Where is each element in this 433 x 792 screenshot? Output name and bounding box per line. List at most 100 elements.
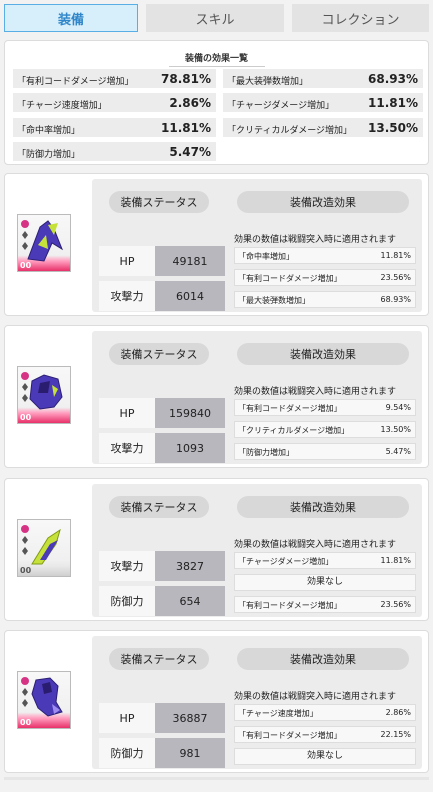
stat-value: 49181 [155, 246, 225, 276]
equipment-card: 00 装備ステータス 装備改造効果 攻撃力 3827 防御力 654 効果の数値… [4, 478, 429, 621]
mod-effect-row: 「命中率増加」 11.81% [234, 247, 416, 264]
status-header: 装備ステータス [109, 496, 209, 518]
effect-name: 「チャージダメージ増加」 [227, 101, 335, 111]
effect-value: 11.81% [161, 121, 211, 135]
summary-effect: 「クリティカルダメージ増加」 13.50% [223, 118, 423, 137]
tab-collection[interactable]: コレクション [292, 4, 429, 32]
mod-effect-row: 「有利コードダメージ増加」 23.56% [234, 269, 416, 286]
mod-effect-row: 「有利コードダメージ増加」 23.56% [234, 596, 416, 613]
no-effect-label: 効果なし [306, 577, 343, 587]
mod-name: 「チャージ速度増加」 [238, 709, 318, 718]
no-effect-label: 効果なし [306, 751, 343, 761]
stat-label: HP [99, 703, 155, 733]
stat-value: 3827 [155, 551, 225, 581]
summary-effect: 「最大装弾数増加」 68.93% [223, 69, 423, 88]
status-header: 装備ステータス [109, 191, 209, 213]
tab-skill[interactable]: スキル [146, 4, 284, 32]
effect-value: 78.81% [161, 72, 211, 86]
mod-name: 「防御力増加」 [238, 448, 294, 457]
mod-value: 13.50% [380, 425, 411, 434]
equipment-thumbnail[interactable]: 00 [17, 214, 71, 272]
mod-name: 「有利コードダメージ増加」 [238, 274, 342, 283]
mod-effect-row: 「チャージ速度増加」 2.86% [234, 704, 416, 721]
mod-name: 「有利コードダメージ増加」 [238, 731, 342, 740]
stat-label: 攻撃力 [99, 281, 155, 311]
equipment-detail: 装備ステータス 装備改造効果 攻撃力 3827 防御力 654 効果の数値は戦闘… [92, 484, 422, 617]
mod-effect-header: 装備改造効果 [237, 496, 409, 518]
equipment-detail: 装備ステータス 装備改造効果 HP 49181 攻撃力 6014 効果の数値は戦… [92, 179, 422, 312]
stat-value: 6014 [155, 281, 225, 311]
mod-name: 「有利コードダメージ増加」 [238, 601, 342, 610]
summary-effect: 「有利コードダメージ増加」 78.81% [13, 69, 216, 88]
equipment-thumbnail[interactable]: 00 [17, 519, 71, 577]
mod-value: 5.47% [385, 447, 411, 456]
stat-value: 654 [155, 586, 225, 616]
status-header: 装備ステータス [109, 343, 209, 365]
stat-value: 36887 [155, 703, 225, 733]
level-badge: 00 [20, 718, 32, 727]
mod-effect-row: 「クリティカルダメージ増加」 13.50% [234, 421, 416, 438]
apply-note: 効果の数値は戦闘突入時に適用されます [234, 540, 397, 550]
mod-effect-header: 装備改造効果 [237, 343, 409, 365]
stat-label: HP [99, 246, 155, 276]
effect-name: 「防御力増加」 [17, 150, 81, 160]
level-badge: 00 [20, 566, 32, 575]
level-badge: 00 [20, 413, 32, 422]
mod-name: 「有利コードダメージ増加」 [238, 404, 342, 413]
mod-effect-row: 「防御力増加」 5.47% [234, 443, 416, 460]
stat-label: 防御力 [99, 586, 155, 616]
effect-value: 68.93% [368, 72, 418, 86]
equipment-thumbnail[interactable]: 00 [17, 671, 71, 729]
mod-effect-row: 「有利コードダメージ増加」 22.15% [234, 726, 416, 743]
mod-value: 68.93% [380, 295, 411, 304]
level-badge: 00 [20, 261, 32, 270]
effects-summary-panel: 装備の効果一覧 「有利コードダメージ増加」 78.81% 「最大装弾数増加」 6… [4, 40, 429, 165]
summary-effect: 「防御力増加」 5.47% [13, 142, 216, 161]
mod-effect-empty: 効果なし [234, 574, 416, 591]
mod-name: 「最大装弾数増加」 [238, 296, 310, 305]
effect-name: 「有利コードダメージ増加」 [17, 77, 134, 87]
mod-effect-empty: 効果なし [234, 748, 416, 765]
tab-equipment[interactable]: 装備 [4, 4, 138, 32]
summary-title: 装備の効果一覧 [5, 51, 428, 67]
mod-value: 23.56% [380, 273, 411, 282]
mod-effect-row: 「有利コードダメージ増加」 9.54% [234, 399, 416, 416]
mod-name: 「チャージダメージ増加」 [238, 557, 334, 566]
stat-value: 1093 [155, 433, 225, 463]
effect-value: 5.47% [169, 145, 211, 159]
apply-note: 効果の数値は戦闘突入時に適用されます [234, 692, 397, 702]
stat-value: 981 [155, 738, 225, 768]
stat-label: 攻撃力 [99, 433, 155, 463]
mod-name: 「命中率増加」 [238, 252, 294, 261]
equipment-detail: 装備ステータス 装備改造効果 HP 36887 防御力 981 効果の数値は戦闘… [92, 636, 422, 769]
apply-note: 効果の数値は戦闘突入時に適用されます [234, 387, 397, 397]
stat-value: 159840 [155, 398, 225, 428]
mod-value: 11.81% [380, 251, 411, 260]
mod-value: 2.86% [385, 708, 411, 717]
summary-effect: 「命中率増加」 11.81% [13, 118, 216, 137]
mod-value: 23.56% [380, 600, 411, 609]
mod-value: 11.81% [380, 556, 411, 565]
effect-value: 11.81% [368, 96, 418, 110]
equipment-card: 00 装備ステータス 装備改造効果 HP 49181 攻撃力 6014 効果の数… [4, 173, 429, 316]
equipment-detail: 装備ステータス 装備改造効果 HP 159840 攻撃力 1093 効果の数値は… [92, 331, 422, 464]
mod-name: 「クリティカルダメージ増加」 [238, 426, 350, 435]
tab-bar: 装備 スキル コレクション [0, 4, 433, 32]
equipment-card: 00 装備ステータス 装備改造効果 HP 159840 攻撃力 1093 効果の… [4, 325, 429, 468]
mod-effect-header: 装備改造効果 [237, 191, 409, 213]
effect-value: 13.50% [368, 121, 418, 135]
summary-effect: 「チャージ速度増加」 2.86% [13, 93, 216, 112]
effect-name: 「最大装弾数増加」 [227, 77, 309, 87]
equipment-card: 00 装備ステータス 装備改造効果 HP 36887 防御力 981 効果の数値… [4, 630, 429, 773]
effect-name: 「命中率増加」 [17, 126, 81, 136]
divider [4, 777, 429, 780]
apply-note: 効果の数値は戦闘突入時に適用されます [234, 235, 397, 245]
status-header: 装備ステータス [109, 648, 209, 670]
mod-effect-row: 「チャージダメージ増加」 11.81% [234, 552, 416, 569]
mod-value: 9.54% [385, 403, 411, 412]
mod-value: 22.15% [380, 730, 411, 739]
equipment-thumbnail[interactable]: 00 [17, 366, 71, 424]
summary-effect: 「チャージダメージ増加」 11.81% [223, 93, 423, 112]
mod-effect-row: 「最大装弾数増加」 68.93% [234, 291, 416, 308]
stat-label: HP [99, 398, 155, 428]
